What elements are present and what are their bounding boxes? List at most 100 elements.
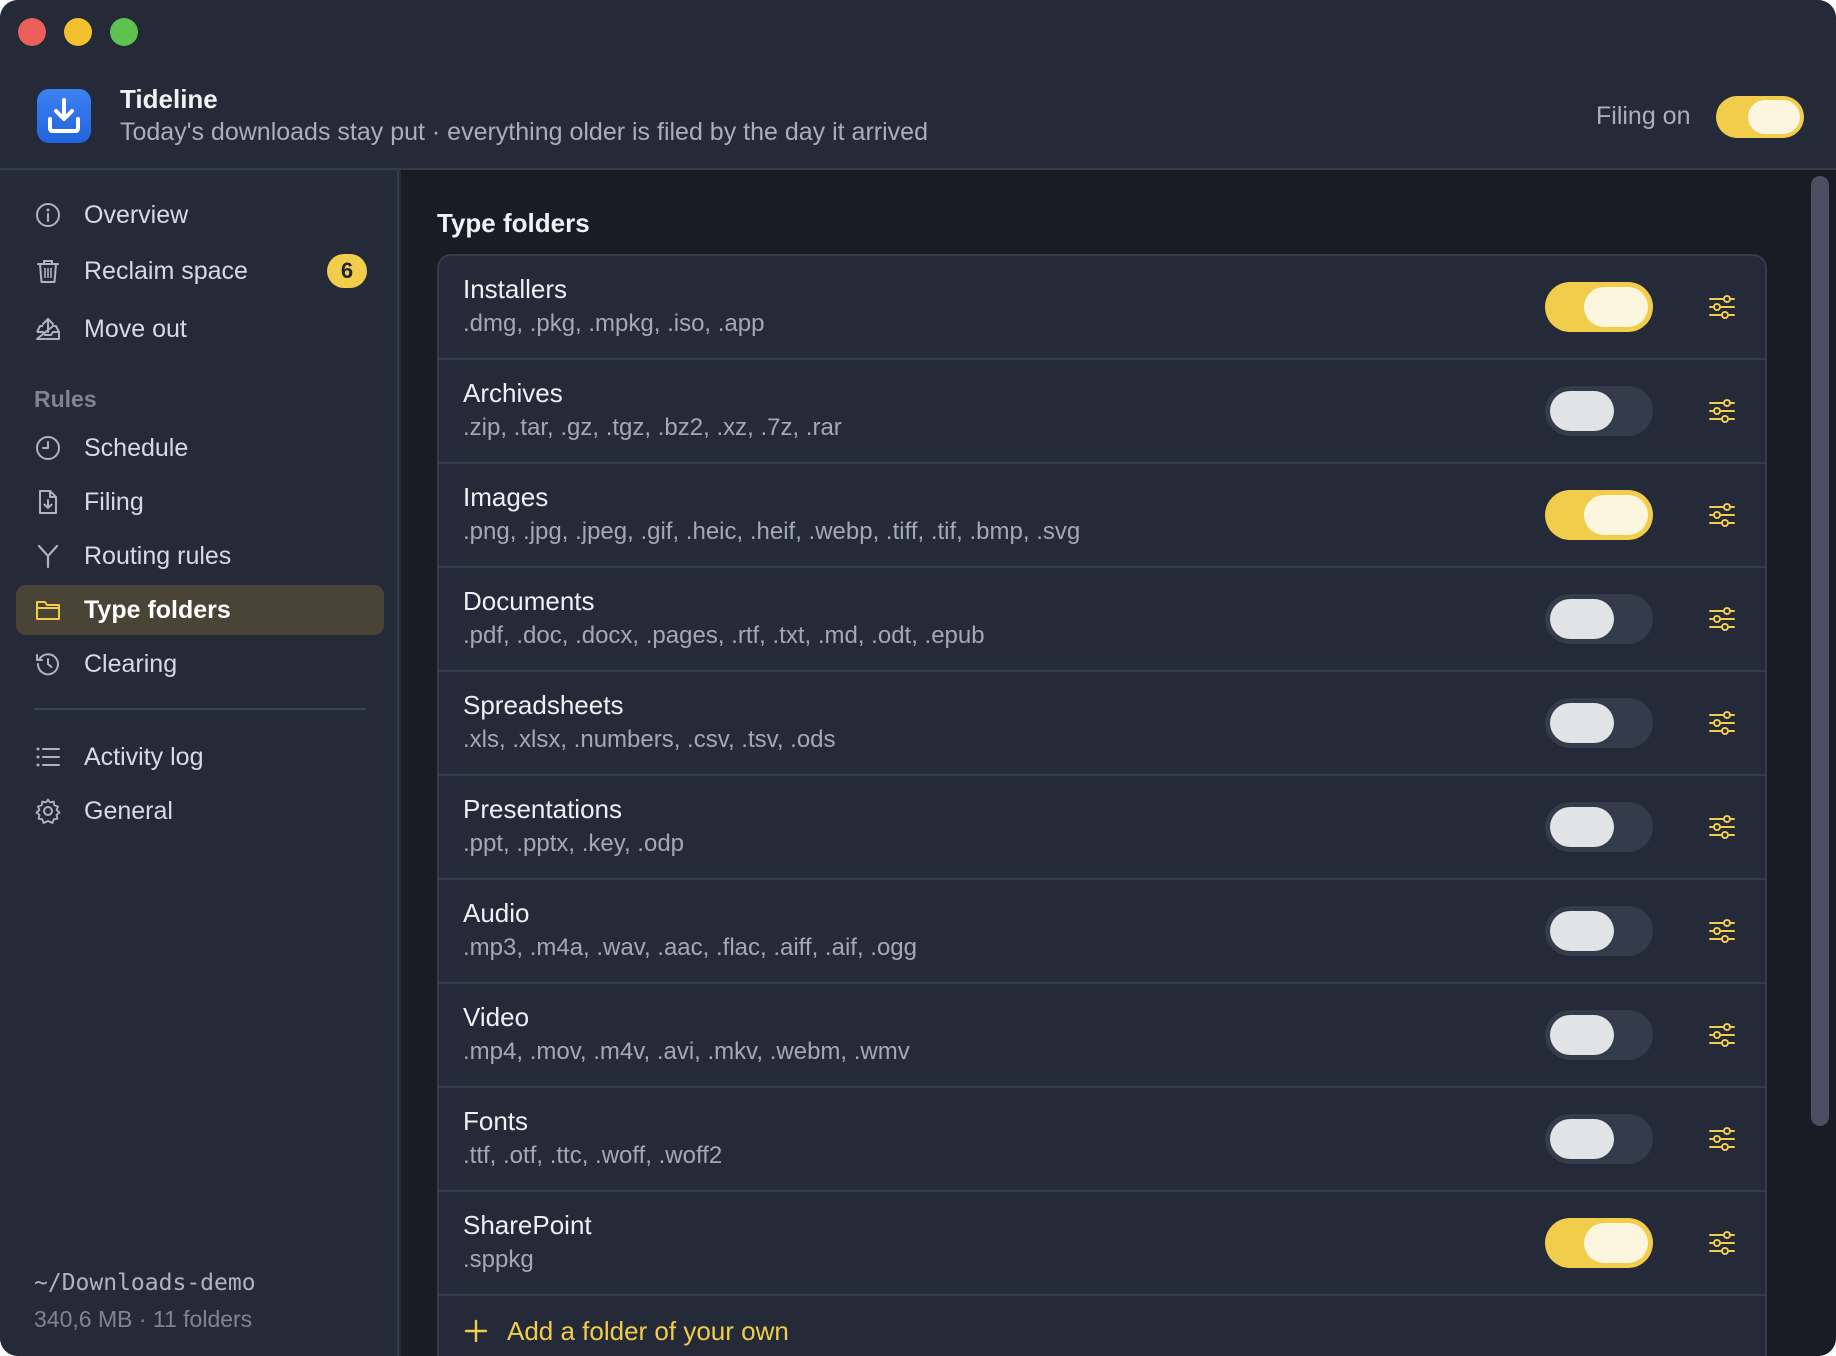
sidebar-item-filing[interactable]: Filing — [16, 477, 384, 527]
folder-row-spreadsheets: Spreadsheets .xls, .xlsx, .numbers, .csv… — [439, 672, 1765, 776]
sidebar: Overview Reclaim space 6 Move out Rules — [0, 170, 399, 1356]
folder-row-video: Video .mp4, .mov, .m4v, .avi, .mkv, .web… — [439, 984, 1765, 1088]
folder-toggle[interactable] — [1545, 906, 1653, 956]
toggle-knob — [1584, 287, 1648, 327]
sidebar-item-label: General — [84, 796, 173, 825]
folder-toggle[interactable] — [1545, 802, 1653, 852]
sliders-icon[interactable] — [1707, 1124, 1737, 1154]
downloads-stats: 340,6 MB · 11 folders — [34, 1306, 253, 1332]
folder-toggle[interactable] — [1545, 1010, 1653, 1060]
folder-name: Spreadsheets — [463, 690, 624, 720]
folder-row-documents: Documents .pdf, .doc, .docx, .pages, .rt… — [439, 568, 1765, 672]
folder-name: Video — [463, 1002, 530, 1032]
folder-name: SharePoint — [463, 1210, 592, 1240]
toggle-knob — [1550, 1015, 1614, 1055]
sidebar-item-general[interactable]: General — [16, 786, 384, 836]
clock-icon — [36, 436, 60, 460]
sidebar-item-activity-log[interactable]: Activity log — [16, 732, 384, 782]
toggle-knob — [1550, 911, 1614, 951]
folder-name: Presentations — [463, 794, 622, 824]
toggle-knob — [1748, 100, 1800, 134]
toggle-knob — [1550, 599, 1614, 639]
sliders-icon[interactable] — [1707, 500, 1737, 530]
type-folders-list: Installers .dmg, .pkg, .mpkg, .iso, .app… — [437, 254, 1767, 1356]
close-window-button[interactable] — [18, 18, 46, 46]
folder-name: Fonts — [463, 1106, 529, 1136]
page-title: Type folders — [437, 208, 590, 238]
sidebar-item-label: Clearing — [84, 649, 178, 678]
download-tray-icon — [37, 89, 91, 143]
app-subtitle: Today's downloads stay put · everything … — [120, 118, 928, 146]
sliders-icon[interactable] — [1707, 1020, 1737, 1050]
folder-extensions: .xls, .xlsx, .numbers, .csv, .tsv, .ods — [463, 726, 836, 753]
folder-toggle[interactable] — [1545, 386, 1653, 436]
folder-toggle[interactable] — [1545, 698, 1653, 748]
sliders-icon[interactable] — [1707, 396, 1737, 426]
sliders-icon[interactable] — [1707, 708, 1737, 738]
folder-row-sharepoint: SharePoint .sppkg — [439, 1192, 1765, 1296]
folder-extensions: .png, .jpg, .jpeg, .gif, .heic, .heif, .… — [463, 518, 1081, 545]
rules-section-heading: Rules — [34, 386, 97, 412]
toggle-knob — [1584, 495, 1648, 535]
downloads-path: ~/Downloads-demo — [34, 1270, 256, 1296]
sidebar-item-label: Routing rules — [84, 541, 232, 570]
sliders-icon[interactable] — [1707, 1228, 1737, 1258]
folder-icon — [36, 601, 60, 620]
sidebar-item-move-out[interactable]: Move out — [16, 304, 384, 354]
sliders-icon[interactable] — [1707, 812, 1737, 842]
folder-toggle[interactable] — [1545, 490, 1653, 540]
add-folder-label: Add a folder of your own — [507, 1316, 789, 1346]
toggle-knob — [1550, 703, 1614, 743]
folder-row-installers: Installers .dmg, .pkg, .mpkg, .iso, .app — [439, 256, 1765, 360]
folder-row-audio: Audio .mp3, .m4a, .wav, .aac, .flac, .ai… — [439, 880, 1765, 984]
sidebar-item-label: Move out — [84, 314, 187, 343]
sliders-icon[interactable] — [1707, 292, 1737, 322]
folder-extensions: .mp4, .mov, .m4v, .avi, .mkv, .webm, .wm… — [463, 1038, 910, 1065]
sidebar-item-schedule[interactable]: Schedule — [16, 423, 384, 473]
folder-toggle[interactable] — [1545, 1218, 1653, 1268]
sidebar-divider — [34, 708, 366, 710]
folder-extensions: .dmg, .pkg, .mpkg, .iso, .app — [463, 310, 765, 337]
folder-toggle[interactable] — [1545, 282, 1653, 332]
filing-toggle[interactable] — [1716, 96, 1804, 138]
sidebar-item-label: Type folders — [84, 595, 231, 624]
sliders-icon[interactable] — [1707, 604, 1737, 634]
scrollbar[interactable] — [1805, 176, 1829, 1350]
folder-row-images: Images .png, .jpg, .jpeg, .gif, .heic, .… — [439, 464, 1765, 568]
sidebar-item-type-folders[interactable]: Type folders — [16, 585, 384, 635]
zoom-window-button[interactable] — [110, 18, 138, 46]
sidebar-item-overview[interactable]: Overview — [16, 190, 384, 240]
sidebar-item-routing-rules[interactable]: Routing rules — [16, 531, 384, 581]
app-window: Tideline Today's downloads stay put · ev… — [0, 0, 1836, 1356]
sidebar-item-reclaim-space[interactable]: Reclaim space 6 — [16, 246, 384, 296]
history-icon — [36, 653, 59, 676]
add-folder-button[interactable]: Add a folder of your own — [439, 1296, 1765, 1356]
folder-row-fonts: Fonts .ttf, .otf, .ttc, .woff, .woff2 — [439, 1088, 1765, 1192]
tray-upload-icon — [36, 318, 60, 340]
folder-toggle[interactable] — [1545, 1114, 1653, 1164]
app-title: Tideline — [120, 84, 218, 114]
minimize-window-button[interactable] — [64, 18, 92, 46]
folder-extensions: .pdf, .doc, .docx, .pages, .rtf, .txt, .… — [463, 622, 985, 649]
sliders-icon[interactable] — [1707, 916, 1737, 946]
sidebar-item-clearing[interactable]: Clearing — [16, 639, 384, 689]
filing-label: Filing on — [1596, 102, 1691, 130]
folder-extensions: .ppt, .pptx, .key, .odp — [463, 830, 685, 857]
reclaim-count-badge: 6 — [327, 254, 367, 288]
info-circle-icon — [36, 203, 60, 227]
gear-icon — [35, 798, 61, 824]
folder-toggle[interactable] — [1545, 594, 1653, 644]
folder-extensions: .sppkg — [463, 1246, 534, 1273]
window-header: Tideline Today's downloads stay put · ev… — [0, 0, 1836, 170]
trash-icon — [37, 260, 59, 283]
plus-icon — [464, 1319, 488, 1343]
folder-name: Archives — [463, 378, 563, 408]
folder-extensions: .mp3, .m4a, .wav, .aac, .flac, .aiff, .a… — [463, 934, 917, 961]
folder-name: Documents — [463, 586, 595, 616]
scrollbar-thumb[interactable] — [1811, 176, 1829, 1126]
toggle-knob — [1584, 1223, 1648, 1263]
sidebar-item-label: Activity log — [84, 742, 204, 771]
folder-extensions: .zip, .tar, .gz, .tgz, .bz2, .xz, .7z, .… — [463, 414, 842, 441]
toggle-knob — [1550, 391, 1614, 431]
list-icon — [36, 747, 60, 767]
